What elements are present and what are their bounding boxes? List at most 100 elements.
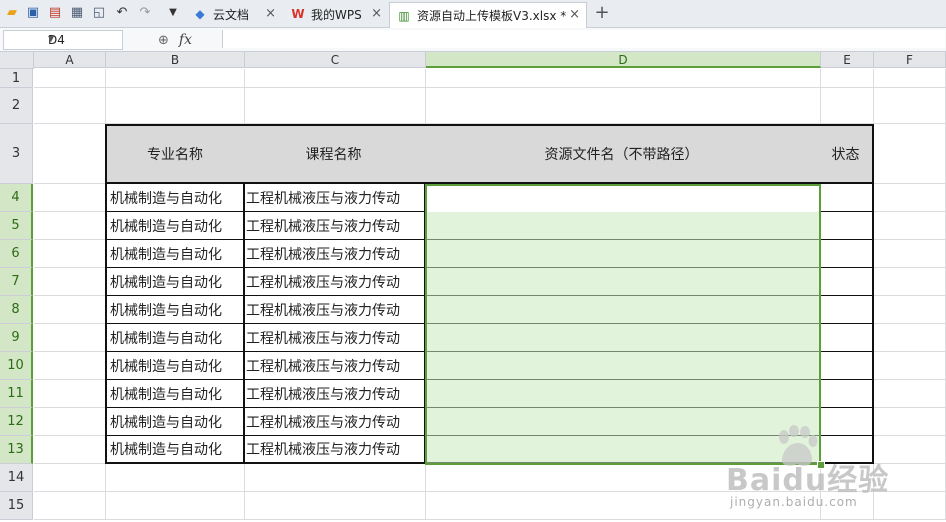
grid-cell[interactable] — [874, 184, 946, 212]
close-icon[interactable]: × — [569, 7, 580, 22]
table-major-cell[interactable]: 机械制造与自动化 — [105, 240, 245, 268]
row-header-15[interactable]: 15 — [0, 492, 33, 520]
table-status-cell[interactable] — [819, 268, 874, 296]
grid-cell[interactable] — [245, 69, 426, 88]
grid-cell[interactable] — [34, 69, 106, 88]
grid-cell[interactable] — [34, 124, 106, 184]
grid-cell[interactable] — [821, 88, 874, 124]
more-dropdown-icon[interactable]: ▼ — [164, 4, 182, 22]
table-course-cell[interactable]: 工程机械液压与液力传动 — [243, 352, 426, 380]
grid-cell[interactable] — [34, 380, 106, 408]
grid-cell[interactable] — [34, 268, 106, 296]
print-icon[interactable]: ▦ — [68, 4, 86, 22]
grid-cell[interactable] — [106, 88, 245, 124]
table-course-cell[interactable]: 工程机械液压与液力传动 — [243, 436, 426, 464]
grid-cell[interactable] — [874, 324, 946, 352]
export-pdf-icon[interactable]: ▤ — [46, 4, 64, 22]
open-folder-icon[interactable]: ▰ — [3, 4, 21, 22]
grid-cell[interactable] — [426, 88, 821, 124]
grid-cell[interactable] — [874, 408, 946, 436]
table-filename-cell[interactable] — [424, 436, 821, 464]
table-major-cell[interactable]: 机械制造与自动化 — [105, 212, 245, 240]
grid-cell[interactable] — [874, 380, 946, 408]
grid-cell[interactable] — [874, 88, 946, 124]
grid-cell[interactable] — [874, 296, 946, 324]
grid-cell[interactable] — [426, 492, 821, 520]
fx-icon[interactable]: fx — [179, 32, 192, 48]
table-course-cell[interactable]: 工程机械液压与液力传动 — [243, 380, 426, 408]
grid-cell[interactable] — [874, 436, 946, 464]
row-header-8[interactable]: 8 — [0, 296, 33, 324]
table-major-cell[interactable]: 机械制造与自动化 — [105, 352, 245, 380]
table-course-cell[interactable]: 工程机械液压与液力传动 — [243, 408, 426, 436]
row-header-13[interactable]: 13 — [0, 436, 33, 464]
grid-cell[interactable] — [106, 69, 245, 88]
close-icon[interactable]: × — [371, 6, 382, 21]
table-status-cell[interactable] — [819, 352, 874, 380]
row-header-5[interactable]: 5 — [0, 212, 33, 240]
row-header-9[interactable]: 9 — [0, 324, 33, 352]
table-status-cell[interactable] — [819, 436, 874, 464]
row-header-7[interactable]: 7 — [0, 268, 33, 296]
grid-cell[interactable] — [874, 69, 946, 88]
table-status-cell[interactable] — [819, 212, 874, 240]
grid-cell[interactable] — [34, 88, 106, 124]
grid-cell[interactable] — [34, 324, 106, 352]
new-tab-button[interactable]: + — [593, 4, 611, 22]
table-course-cell[interactable]: 工程机械液压与液力传动 — [243, 212, 426, 240]
tab-cloud-docs[interactable]: ◆ 云文档 × — [186, 2, 282, 26]
column-header-f[interactable]: F — [874, 52, 946, 68]
table-filename-cell[interactable] — [424, 212, 821, 240]
formula-input[interactable] — [222, 30, 945, 48]
table-status-cell[interactable] — [819, 296, 874, 324]
grid-cell[interactable] — [821, 464, 874, 492]
row-header-2[interactable]: 2 — [0, 88, 33, 124]
table-filename-cell[interactable] — [424, 408, 821, 436]
table-status-cell[interactable] — [819, 324, 874, 352]
grid-cell[interactable] — [34, 240, 106, 268]
grid-cell[interactable] — [245, 492, 426, 520]
grid-cell[interactable] — [34, 352, 106, 380]
table-major-cell[interactable]: 机械制造与自动化 — [105, 436, 245, 464]
table-course-cell[interactable]: 工程机械液压与液力传动 — [243, 240, 426, 268]
table-filename-cell[interactable] — [424, 380, 821, 408]
spreadsheet-grid[interactable]: 专业名称 课程名称 资源文件名（不带路径） 状态 机械制造与自动化 工程机械液压与… — [34, 69, 946, 522]
table-major-cell[interactable]: 机械制造与自动化 — [105, 268, 245, 296]
table-course-cell[interactable]: 工程机械液压与液力传动 — [243, 296, 426, 324]
grid-cell[interactable] — [874, 124, 946, 184]
row-header-11[interactable]: 11 — [0, 380, 33, 408]
tab-my-wps[interactable]: W 我的WPS × — [284, 2, 388, 26]
column-header-b[interactable]: B — [106, 52, 245, 68]
print-preview-icon[interactable]: ◱ — [90, 4, 108, 22]
column-header-c[interactable]: C — [245, 52, 426, 68]
grid-cell[interactable] — [426, 464, 821, 492]
close-icon[interactable]: × — [265, 6, 276, 21]
row-header-4[interactable]: 4 — [0, 184, 33, 212]
column-header-d[interactable]: D — [426, 52, 821, 68]
grid-cell[interactable] — [245, 88, 426, 124]
table-status-cell[interactable] — [819, 408, 874, 436]
table-major-cell[interactable]: 机械制造与自动化 — [105, 380, 245, 408]
name-box[interactable]: D4 ▼ — [3, 30, 123, 50]
grid-cell[interactable] — [34, 436, 106, 464]
table-header-status[interactable]: 状态 — [819, 124, 874, 184]
table-major-cell[interactable]: 机械制造与自动化 — [105, 296, 245, 324]
table-major-cell[interactable]: 机械制造与自动化 — [105, 324, 245, 352]
column-header-e[interactable]: E — [821, 52, 874, 68]
row-header-12[interactable]: 12 — [0, 408, 33, 436]
table-filename-cell[interactable] — [424, 268, 821, 296]
column-header-a[interactable]: A — [34, 52, 106, 68]
table-filename-cell[interactable] — [424, 296, 821, 324]
table-course-cell[interactable]: 工程机械液压与液力传动 — [243, 184, 426, 212]
redo-icon[interactable]: ↷ — [136, 4, 154, 22]
row-header-6[interactable]: 6 — [0, 240, 33, 268]
table-major-cell[interactable]: 机械制造与自动化 — [105, 408, 245, 436]
table-course-cell[interactable]: 工程机械液压与液力传动 — [243, 268, 426, 296]
table-major-cell[interactable]: 机械制造与自动化 — [105, 184, 245, 212]
table-course-cell[interactable]: 工程机械液压与液力传动 — [243, 324, 426, 352]
table-status-cell[interactable] — [819, 184, 874, 212]
grid-cell[interactable] — [34, 212, 106, 240]
grid-cell[interactable] — [874, 464, 946, 492]
table-header-course[interactable]: 课程名称 — [243, 124, 426, 184]
grid-cell[interactable] — [34, 492, 106, 520]
